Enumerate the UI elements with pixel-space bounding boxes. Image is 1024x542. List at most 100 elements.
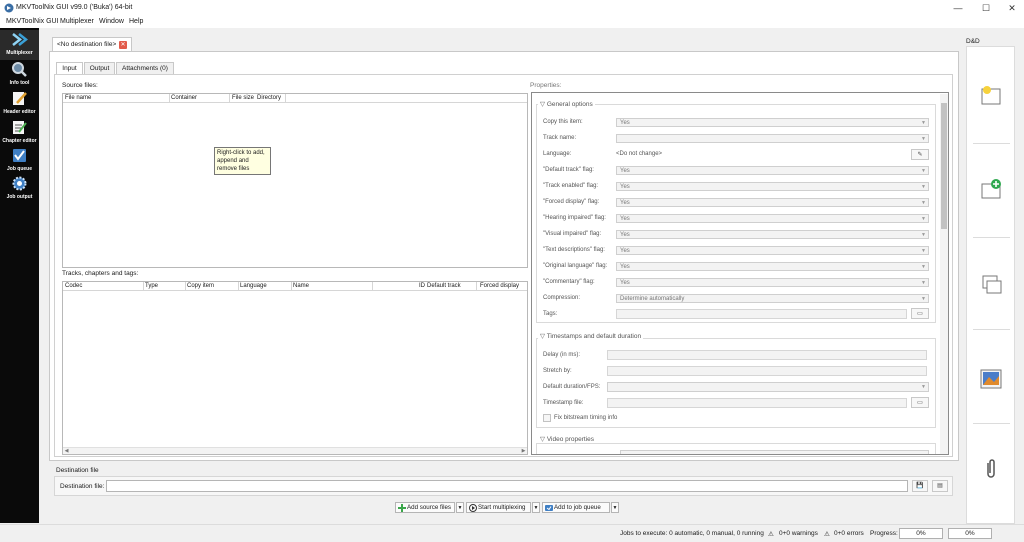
sidebar-item-header-editor[interactable]: Header editor — [0, 89, 39, 119]
hearing-impaired-combo[interactable]: Yes ▼ — [616, 214, 929, 223]
tracks-list[interactable]: Codec Type Copy item Language Name ID De… — [62, 281, 528, 455]
column-file-name[interactable]: File name — [65, 95, 91, 101]
tags-field[interactable] — [616, 309, 907, 319]
tab-output[interactable]: Output — [84, 62, 115, 74]
column-default-track[interactable]: Default track — [427, 283, 461, 289]
delay-field[interactable] — [607, 350, 927, 360]
general-options-title: ▽ General options — [538, 100, 595, 108]
column-codec[interactable]: Codec — [65, 283, 82, 289]
job-output-icon — [12, 176, 27, 191]
pencil-icon: ✎ — [917, 152, 923, 158]
minimize-button[interactable]: — — [944, 0, 972, 16]
image-attachment-icon[interactable] — [979, 367, 1003, 391]
column-language[interactable]: Language — [240, 283, 267, 289]
add-source-files-label: Add source files — [407, 504, 452, 511]
edit-language-button[interactable]: ✎ — [911, 149, 929, 160]
column-container[interactable]: Container — [171, 95, 197, 101]
properties-vscrollbar[interactable] — [940, 94, 948, 454]
forced-display-combo[interactable]: Yes ▼ — [616, 198, 929, 207]
default-duration-combo[interactable]: ▼ — [607, 382, 929, 392]
errors-status[interactable]: 0+0 errors — [834, 530, 864, 537]
close-tab-icon[interactable]: ✕ — [119, 41, 127, 49]
track-name-label: Track name: — [543, 135, 577, 141]
menu-window[interactable]: Window — [99, 18, 124, 25]
column-forced-display[interactable]: Forced display — [480, 283, 519, 289]
add-source-files-menu[interactable]: ▼ — [456, 502, 464, 513]
menu-multiplexer[interactable]: Multiplexer — [60, 18, 94, 25]
compression-combo[interactable]: Determine automatically ▼ — [616, 294, 929, 303]
chevron-down-icon: ▼ — [921, 216, 926, 222]
column-name[interactable]: Name — [293, 283, 309, 289]
commentary-combo[interactable]: Yes ▼ — [616, 278, 929, 287]
sidebar-item-label: Header editor — [3, 109, 36, 115]
warning-icon: ⚠ — [768, 531, 774, 538]
append-file-icon[interactable] — [979, 272, 1003, 296]
add-file-icon[interactable] — [979, 177, 1003, 201]
tooltip-line: Right-click to add, — [217, 150, 265, 156]
error-icon: ⚠ — [824, 531, 830, 538]
sidebar-item-chapter-editor[interactable]: Chapter editor — [0, 118, 39, 148]
column-copy-item[interactable]: Copy item — [187, 283, 214, 289]
folder-icon: ▤ — [937, 483, 943, 489]
chevron-down-icon: ▼ — [921, 232, 926, 238]
destination-input[interactable] — [106, 480, 908, 492]
document-tab[interactable]: <No destination file> ✕ — [52, 37, 132, 51]
destination-options-button[interactable]: ▤ — [932, 480, 948, 492]
start-multiplexing-menu[interactable]: ▼ — [532, 502, 540, 513]
menu-help[interactable]: Help — [129, 18, 143, 25]
browse-timestamp-button[interactable]: ▭ — [911, 397, 929, 408]
track-enabled-combo[interactable]: Yes ▼ — [616, 182, 929, 191]
chevron-down-icon: ▼ — [921, 184, 926, 190]
warnings-status[interactable]: 0+0 warnings — [779, 530, 818, 537]
original-language-combo[interactable]: Yes ▼ — [616, 262, 929, 271]
default-duration-label: Default duration/FPS: — [543, 384, 601, 390]
play-icon — [469, 504, 477, 512]
video-property-combo[interactable] — [620, 450, 929, 454]
close-button[interactable]: ✕ — [998, 0, 1024, 16]
paperclip-icon[interactable] — [979, 457, 1003, 481]
sidebar-item-label: Job output — [6, 194, 33, 200]
default-track-combo[interactable]: Yes ▼ — [616, 166, 929, 175]
timestamp-file-field[interactable] — [607, 398, 907, 408]
track-name-combo[interactable]: ▼ — [616, 134, 929, 143]
add-to-job-queue-button[interactable]: Add to job queue — [542, 502, 610, 513]
commentary-label: "Commentary" flag: — [543, 279, 595, 285]
tracks-label: Tracks, chapters and tags: — [62, 270, 139, 277]
sidebar-item-job-output[interactable]: Job output — [0, 174, 39, 204]
chapter-editor-icon — [13, 121, 27, 134]
scrollbar-thumb[interactable] — [941, 103, 947, 229]
add-source-files-button[interactable]: Add source files — [395, 502, 455, 513]
tab-attachments[interactable]: Attachments (0) — [116, 62, 174, 74]
browse-destination-button[interactable]: 💾 — [912, 480, 928, 492]
source-files-list[interactable]: File name Container File size Directory — [62, 93, 528, 268]
menu-mkvtoolnix[interactable]: MKVToolNix GUI — [6, 18, 59, 25]
combo-value: Yes — [620, 216, 630, 222]
progress-total: 0% — [948, 528, 992, 539]
column-directory[interactable]: Directory — [257, 95, 281, 101]
start-multiplexing-button[interactable]: Start multiplexing — [466, 502, 531, 513]
sidebar-item-job-queue[interactable]: Job queue — [0, 146, 39, 176]
sidebar-item-info-tool[interactable]: Info tool — [0, 60, 39, 90]
visual-impaired-combo[interactable]: Yes ▼ — [616, 230, 929, 239]
column-file-size[interactable]: File size — [232, 95, 254, 101]
video-title: ▽ Video properties — [538, 435, 597, 443]
visual-impaired-label: "Visual impaired" flag: — [543, 231, 602, 237]
text-descriptions-combo[interactable]: Yes ▼ — [616, 246, 929, 255]
column-type[interactable]: Type — [145, 283, 158, 289]
scroll-left-icon[interactable]: ◀ — [63, 448, 70, 455]
copy-item-combo[interactable]: Yes ▼ — [616, 118, 929, 127]
maximize-button[interactable]: ☐ — [972, 0, 1000, 16]
source-files-label: Source files: — [62, 82, 98, 89]
scroll-right-icon[interactable]: ▶ — [520, 448, 527, 455]
stretch-field[interactable] — [607, 366, 927, 376]
tab-attachments-label: Attachments (0) — [122, 65, 168, 72]
new-file-icon[interactable] — [979, 83, 1003, 107]
tracks-hscrollbar[interactable]: ◀ ▶ — [63, 447, 527, 454]
combo-value: Yes — [620, 232, 630, 238]
add-to-job-queue-menu[interactable]: ▼ — [611, 502, 619, 513]
column-id[interactable]: ID — [419, 283, 425, 289]
fix-bitstream-checkbox[interactable] — [543, 414, 551, 422]
sidebar-item-multiplexer[interactable]: Multiplexer — [0, 30, 39, 60]
browse-tags-button[interactable]: ▭ — [911, 308, 929, 319]
track-enabled-label: "Track enabled" flag: — [543, 183, 599, 189]
